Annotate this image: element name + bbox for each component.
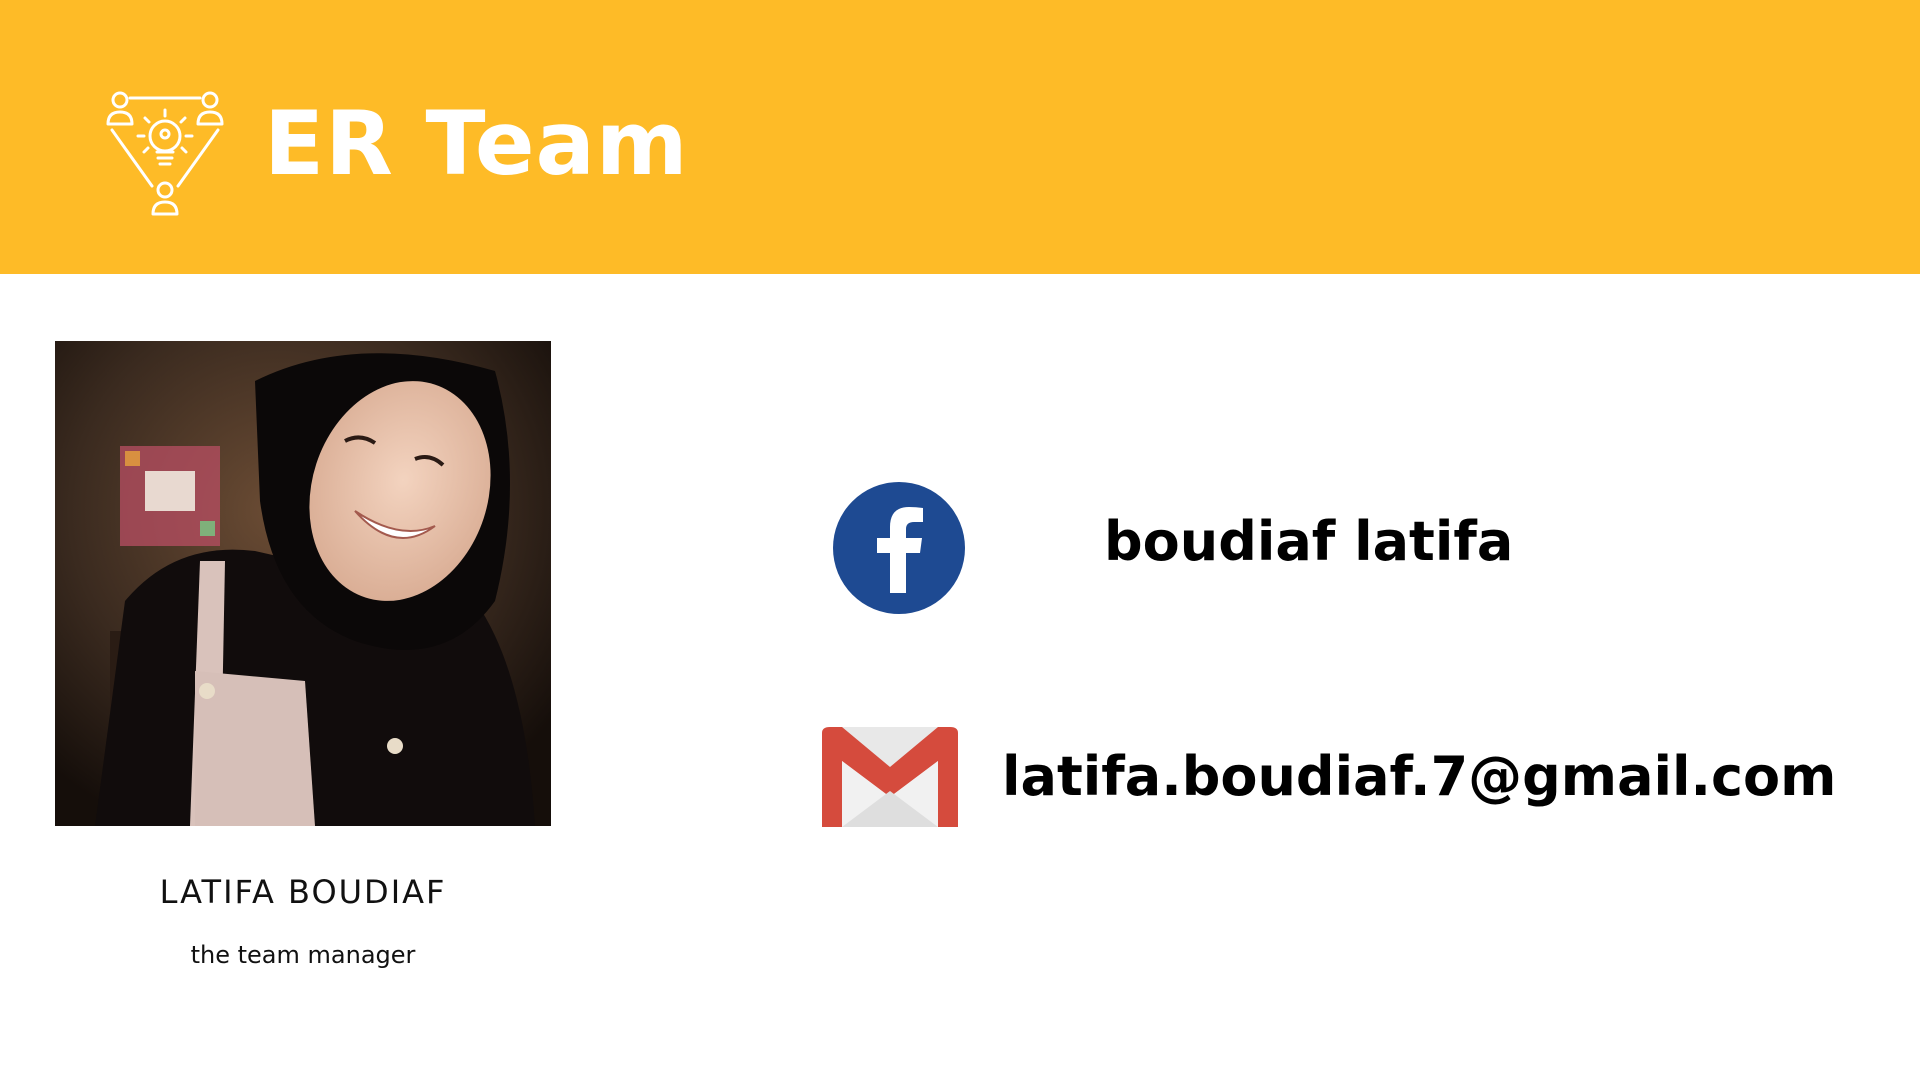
profile-photo bbox=[55, 341, 551, 826]
profile-role: the team manager bbox=[190, 941, 416, 969]
header-banner: ER Team bbox=[0, 0, 1920, 274]
facebook-icon[interactable] bbox=[832, 481, 966, 615]
email-address[interactable]: latifa.boudiaf.7@gmail.com bbox=[1002, 745, 1836, 809]
profile-name: LATIFA BOUDIAF bbox=[159, 873, 447, 911]
brand-title: ER Team bbox=[264, 92, 689, 195]
page: ER Team LATIFA BOUDIAF the team manager … bbox=[0, 0, 1920, 1080]
facebook-name[interactable]: boudiaf latifa bbox=[1104, 510, 1513, 574]
lightbulb-team-icon bbox=[100, 90, 230, 220]
gmail-icon[interactable] bbox=[820, 725, 960, 829]
